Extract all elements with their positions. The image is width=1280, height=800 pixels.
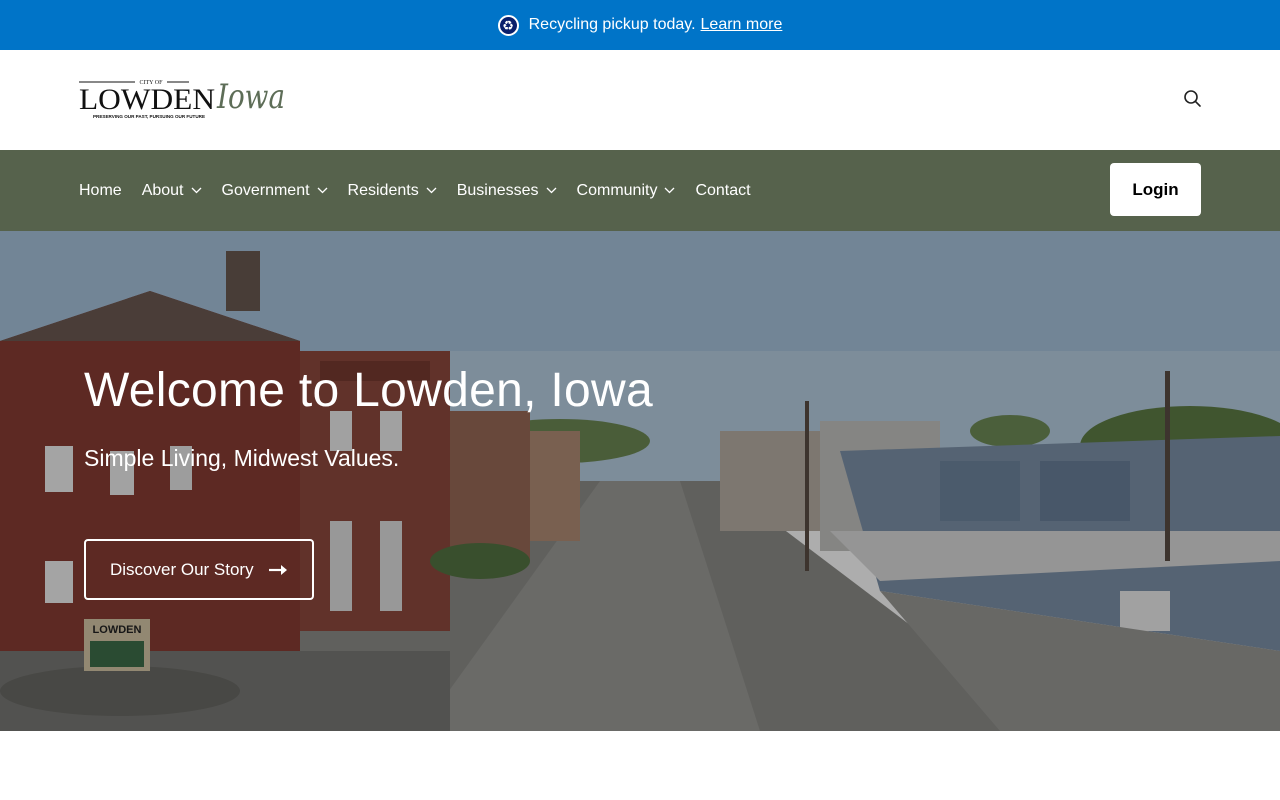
alert-message: Recycling pickup today. — [528, 16, 696, 33]
nav-items: Home About Government Residents Businesses Co… — [79, 150, 771, 231]
nav-item-label: Home — [79, 181, 122, 199]
nav-item-label: About — [141, 181, 184, 199]
nav-item-contact[interactable]: Contact — [695, 182, 750, 200]
chevron-down-icon — [191, 187, 201, 194]
nav-item-label: Residents — [347, 181, 419, 199]
hero-title: Welcome to Lowden, Iowa — [84, 364, 653, 417]
site-header: CITY OF LOWDEN Iowa PRESERVING OUR PAST,… — [0, 50, 1280, 150]
alert-bar: ♻ Recycling pickup today. Learn more — [0, 0, 1280, 50]
arrow-right-icon — [268, 564, 287, 575]
nav-item-about[interactable]: About — [142, 182, 202, 200]
hero-overlay — [0, 231, 1280, 731]
hero: LOWDEN Welcome to Lowden, Iowa Simple Li… — [0, 231, 1280, 731]
logo-script-text: Iowa — [216, 77, 285, 117]
search-icon[interactable] — [1180, 86, 1204, 110]
logo-tagline: PRESERVING OUR PAST, PURSUING OUR FUTURE — [93, 114, 205, 119]
login-button[interactable]: Login — [1110, 163, 1201, 216]
alert-learn-more-link[interactable]: Learn more — [701, 16, 783, 34]
discover-story-button[interactable]: Discover Our Story — [84, 539, 314, 600]
chevron-down-icon — [426, 187, 437, 194]
nav-item-label: Contact — [695, 181, 751, 199]
nav-item-residents[interactable]: Residents — [348, 182, 437, 200]
nav-item-label: Businesses — [456, 181, 539, 199]
discover-story-label: Discover Our Story — [110, 559, 254, 579]
nav-item-home[interactable]: Home — [79, 182, 122, 200]
nav-item-businesses[interactable]: Businesses — [457, 182, 557, 200]
hero-subtitle: Simple Living, Midwest Values. — [84, 445, 400, 471]
main-nav: Home About Government Residents Businesses Co… — [0, 150, 1280, 231]
recycle-icon: ♻ — [497, 14, 519, 36]
site-logo[interactable]: CITY OF LOWDEN Iowa PRESERVING OUR PAST,… — [79, 77, 289, 125]
nav-item-community[interactable]: Community — [577, 182, 676, 200]
chevron-down-icon — [664, 187, 675, 194]
nav-item-label: Government — [221, 181, 310, 199]
logo-main-text: LOWDEN — [79, 83, 215, 116]
chevron-down-icon — [546, 187, 556, 194]
nav-item-government[interactable]: Government — [222, 182, 328, 200]
nav-item-label: Community — [576, 181, 658, 199]
chevron-down-icon — [317, 187, 328, 194]
